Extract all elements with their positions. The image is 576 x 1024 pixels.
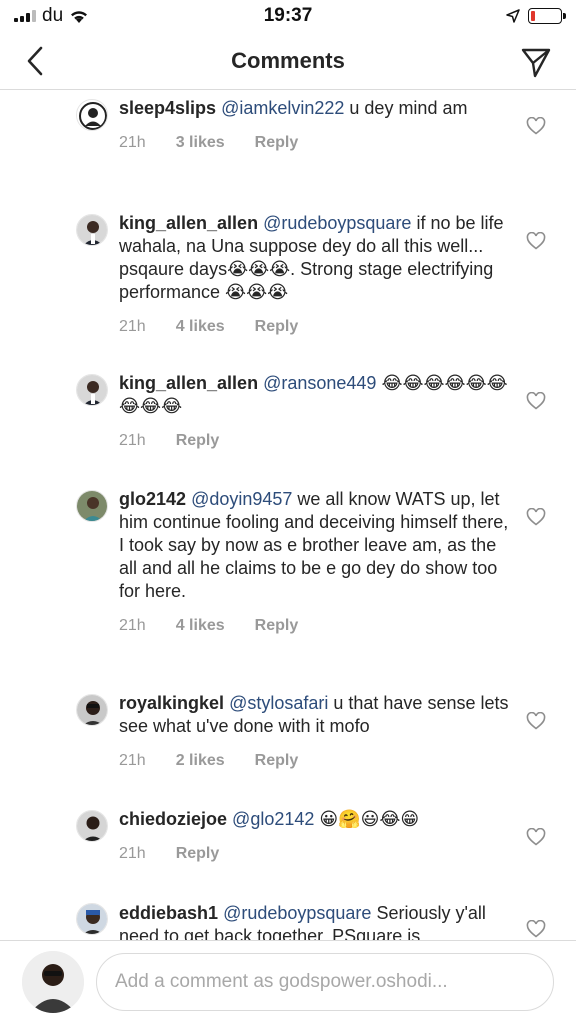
comment-text: sleep4slips @iamkelvin222 u dey mind am: [119, 97, 514, 120]
comment-input[interactable]: [96, 953, 554, 1011]
status-time: 19:37: [263, 5, 313, 26]
comment-text: glo2142 @doyin9457 we all know WATS up, …: [119, 488, 514, 603]
comment-item: eddiebash1 @rudeboypsquare Seriously y'a…: [0, 902, 576, 940]
reply-button[interactable]: Reply: [255, 617, 299, 635]
reply-button[interactable]: Reply: [255, 318, 299, 336]
comment-mention[interactable]: @rudeboypsquare: [263, 213, 411, 233]
avatar[interactable]: [76, 810, 108, 842]
heart-outline-icon[interactable]: [526, 232, 546, 250]
status-left: du: [14, 5, 174, 27]
reply-button[interactable]: Reply: [255, 134, 299, 152]
paper-plane-icon: [521, 48, 551, 78]
comment-meta: 21h 4 likes Reply: [119, 318, 514, 336]
reply-button[interactable]: Reply: [255, 752, 299, 770]
heart-outline-icon[interactable]: [526, 117, 546, 135]
comment-username[interactable]: eddiebash1: [119, 903, 218, 923]
comment-meta: 21h 2 likes Reply: [119, 752, 514, 770]
comment-likes[interactable]: 3 likes: [176, 134, 225, 152]
avatar[interactable]: [76, 903, 108, 935]
battery-icon: [527, 8, 566, 24]
signal-icon: [14, 10, 36, 22]
comment-likes[interactable]: 4 likes: [176, 318, 225, 336]
share-button[interactable]: [518, 44, 554, 80]
status-right: [402, 8, 566, 24]
carrier-label: du: [42, 5, 64, 26]
avatar[interactable]: [76, 490, 108, 522]
heart-outline-icon[interactable]: [526, 920, 546, 938]
nav-bar: Comments: [0, 32, 576, 90]
comment-mention[interactable]: @doyin9457: [191, 489, 292, 509]
comment-likes[interactable]: 4 likes: [176, 617, 225, 635]
reply-button[interactable]: Reply: [176, 845, 220, 863]
comment-meta: 21h Reply: [119, 845, 514, 863]
comment-mention[interactable]: @glo2142: [232, 809, 314, 829]
heart-outline-icon[interactable]: [526, 712, 546, 730]
current-user-avatar: [22, 951, 84, 1013]
heart-outline-icon[interactable]: [526, 508, 546, 526]
comment-time: 21h: [119, 845, 146, 862]
comment-username[interactable]: chiedoziejoe: [119, 809, 227, 829]
avatar[interactable]: [76, 214, 108, 246]
heart-outline-icon[interactable]: [526, 828, 546, 846]
comment-username[interactable]: sleep4slips: [119, 98, 216, 118]
page-title: Comments: [231, 47, 345, 73]
comment-mention[interactable]: @rudeboypsquare: [223, 903, 371, 923]
comment-text: king_allen_allen @rudeboypsquare if no b…: [119, 212, 514, 304]
back-button[interactable]: [18, 44, 52, 78]
comment-compose-bar: [0, 940, 576, 1024]
reply-button[interactable]: Reply: [176, 432, 220, 450]
comment-username[interactable]: royalkingkel: [119, 693, 224, 713]
comment-likes[interactable]: 2 likes: [176, 752, 225, 770]
comment-meta: 21h Reply: [119, 432, 514, 450]
comment-time: 21h: [119, 617, 146, 634]
comment-body: 😀🤗😃😂😁: [314, 809, 420, 829]
comment-meta: 21h 4 likes Reply: [119, 617, 514, 635]
chevron-left-icon: [27, 46, 43, 76]
comment-username[interactable]: king_allen_allen: [119, 213, 258, 233]
location-arrow-icon: [506, 9, 520, 23]
avatar[interactable]: [76, 99, 108, 131]
comment-body: u dey mind am: [344, 98, 468, 118]
comment-time: 21h: [119, 432, 146, 449]
comment-text: chiedoziejoe @glo2142 😀🤗😃😂😁: [119, 808, 514, 831]
comment-text: royalkingkel @stylosafari u that have se…: [119, 692, 514, 738]
comment-meta: 21h 3 likes Reply: [119, 134, 514, 152]
comment-time: 21h: [119, 134, 146, 151]
comment-time: 21h: [119, 318, 146, 335]
heart-outline-icon[interactable]: [526, 392, 546, 410]
wifi-icon: [71, 11, 88, 23]
battery-level: [530, 11, 535, 21]
comment-text: eddiebash1 @rudeboypsquare Seriously y'a…: [119, 902, 514, 940]
comment-time: 21h: [119, 752, 146, 769]
comment-text: king_allen_allen @ransone449 😂😂😂😂😂😂😂😂😂: [119, 372, 514, 418]
comment-mention[interactable]: @ransone449: [263, 373, 376, 393]
avatar[interactable]: [76, 374, 108, 406]
comment-username[interactable]: glo2142: [119, 489, 186, 509]
status-bar: du 19:37: [0, 0, 576, 32]
comment-mention[interactable]: @iamkelvin222: [221, 98, 344, 118]
avatar[interactable]: [76, 694, 108, 726]
comment-mention[interactable]: @stylosafari: [229, 693, 328, 713]
comment-username[interactable]: king_allen_allen: [119, 373, 258, 393]
